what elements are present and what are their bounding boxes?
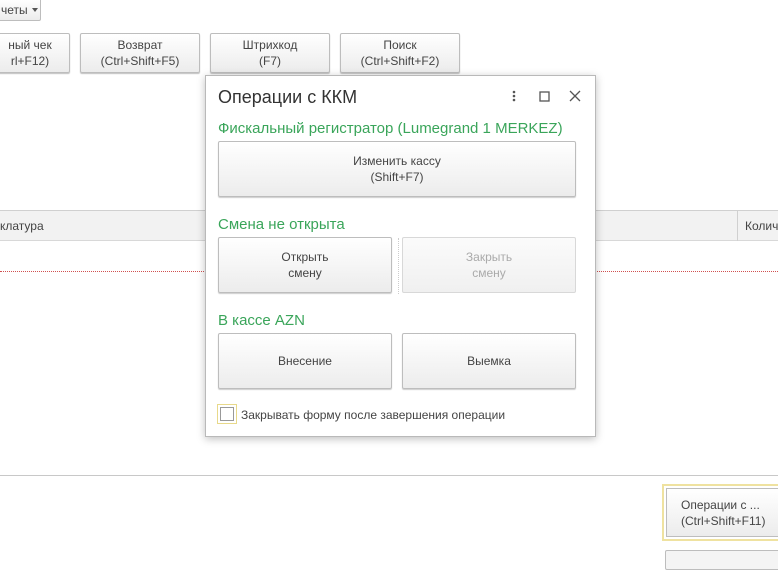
- open-shift-line1: Открыть: [281, 250, 329, 264]
- open-shift-line2: смену: [288, 266, 322, 280]
- close-shift-line1: Закрыть: [465, 250, 513, 264]
- next-button-partial[interactable]: [665, 550, 778, 570]
- cash-balance-title: В кассе AZN: [218, 312, 305, 329]
- column-nomenclature[interactable]: клатура: [0, 219, 44, 233]
- withdraw-button[interactable]: Выемка: [402, 333, 576, 389]
- open-shift-button[interactable]: Открыть смену: [218, 237, 392, 293]
- deposit-label: Внесение: [278, 354, 332, 368]
- change-kkm-line1: Изменить кассу: [353, 154, 441, 168]
- column-quantity[interactable]: Колич: [745, 219, 778, 233]
- deposit-button[interactable]: Внесение: [218, 333, 392, 389]
- kkm-operations-line2: (Ctrl+Shift+F11): [681, 513, 766, 528]
- return-button-line1: Возврат: [117, 38, 163, 52]
- section-divider: [0, 475, 778, 476]
- check-button-line1: ный чек: [8, 38, 52, 52]
- kkm-operations-button[interactable]: Операции с ... (Ctrl+Shift+F11): [662, 484, 778, 541]
- change-kkm-button[interactable]: Изменить кассу (Shift+F7): [218, 141, 576, 197]
- barcode-button-line1: Штрихкод: [242, 38, 298, 52]
- column-separator: [737, 211, 738, 241]
- maximize-icon[interactable]: [536, 88, 552, 104]
- close-form-checkbox[interactable]: [217, 404, 237, 424]
- close-shift-button[interactable]: Закрыть смену: [402, 237, 576, 293]
- kkm-operations-line1: Операции с ...: [681, 497, 760, 512]
- dialog-title: Операции с ККМ: [218, 87, 358, 107]
- check-button-line2: rl+F12): [10, 54, 50, 68]
- close-shift-line2: смену: [472, 266, 506, 280]
- search-button-line1: Поиск: [383, 38, 417, 52]
- kkm-operations-dialog: Операции с ККМ Фискальный регистратор (L…: [205, 75, 596, 437]
- return-button-line2: (Ctrl+Shift+F5): [100, 54, 180, 68]
- search-button-line2: (Ctrl+Shift+F2): [360, 54, 440, 68]
- change-kkm-line2: (Shift+F7): [370, 170, 424, 184]
- search-button[interactable]: Поиск (Ctrl+Shift+F2): [340, 33, 460, 73]
- shift-status-title: Смена не открыта: [218, 216, 345, 233]
- more-vertical-icon[interactable]: [506, 88, 522, 104]
- fiscal-registrar-title: Фискальный регистратор (Lumegrand 1 MERK…: [218, 120, 563, 137]
- return-button[interactable]: Возврат (Ctrl+Shift+F5): [80, 33, 200, 73]
- reports-menu-button[interactable]: четы: [0, 0, 41, 21]
- close-form-label[interactable]: Закрывать форму после завершения операци…: [241, 408, 505, 422]
- caret-down-icon: [31, 7, 38, 12]
- check-button[interactable]: ный чек rl+F12): [0, 33, 70, 73]
- barcode-button-line2: (F7): [259, 54, 281, 68]
- close-icon[interactable]: [567, 88, 583, 104]
- reports-label: четы: [1, 2, 28, 17]
- withdraw-label: Выемка: [467, 354, 511, 368]
- button-separator: [398, 238, 399, 294]
- checkbox-box: [220, 407, 234, 421]
- barcode-button[interactable]: Штрихкод (F7): [210, 33, 330, 73]
- kkm-operations-button-body: Операции с ... (Ctrl+Shift+F11): [666, 488, 778, 537]
